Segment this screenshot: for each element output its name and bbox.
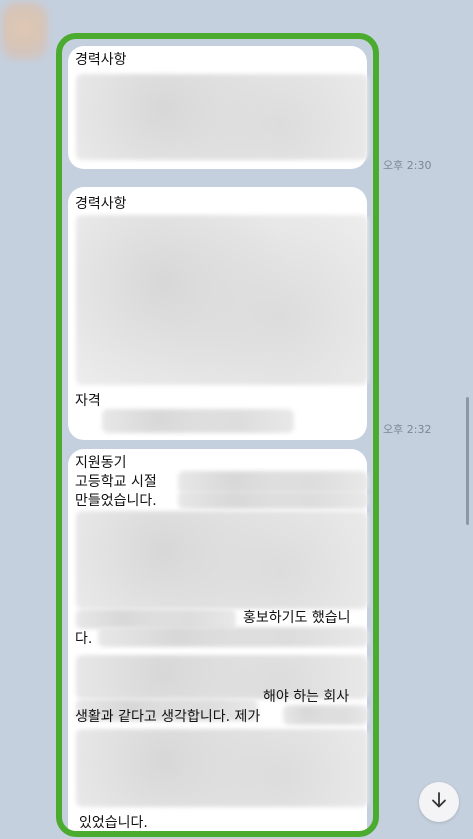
message-heading: 지원동기 [75,455,127,471]
message-bubble-career-2[interactable]: 경력사항 자격 [68,187,368,440]
message-line: 해야 하는 회사 [263,689,350,705]
message-line: 다. [75,631,93,647]
redacted-content [178,491,368,509]
message-line: 생활과 같다고 생각합니다. 제가 [75,709,261,725]
redacted-content [178,471,368,493]
message-heading: 경력사항 [75,52,127,68]
sender-avatar[interactable] [2,2,48,60]
redacted-content [76,511,368,609]
message-line: 홍보하기도 했습니 [243,610,351,626]
scroll-to-bottom-button[interactable] [419,782,459,822]
message-timestamp: 오후 2:30 [383,159,432,172]
scrollbar-thumb[interactable] [466,397,469,525]
message-timestamp: 오후 2:32 [383,423,432,436]
message-subheading: 자격 [75,393,101,409]
redacted-content [102,409,294,433]
redacted-content [76,215,368,385]
redacted-content [283,705,368,725]
message-bubble-career-1[interactable]: 경력사항 [68,46,368,169]
message-line: 있었습니다. [79,815,148,831]
message-heading: 경력사항 [75,196,127,212]
redacted-content [76,74,368,160]
redacted-content [98,627,368,647]
message-bubble-motivation[interactable]: 지원동기 고등학교 시절 만들었습니다. 홍보하기도 했습니 다. 해야 하는 … [68,449,368,831]
redacted-content [76,729,368,807]
message-line: 고등학교 시절 [75,474,157,490]
arrow-down-icon [429,790,449,814]
message-line: 만들었습니다. [75,493,157,509]
redacted-content [76,609,236,629]
highlighted-message-group: 경력사항 경력사항 자격 지원동기 고등학교 시절 만들었습니다. 홍보하기도 … [56,33,379,837]
